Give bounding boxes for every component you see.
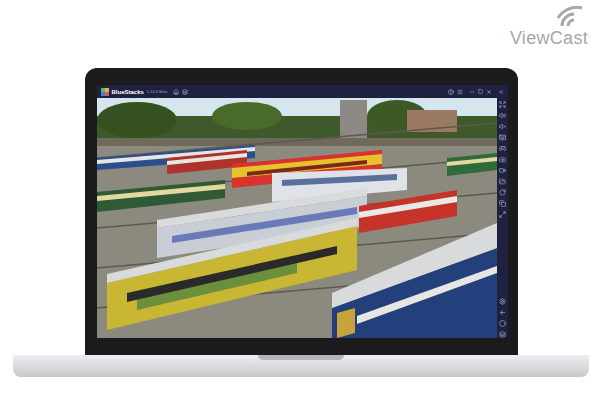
expand-icon[interactable]	[499, 101, 506, 108]
header: ViewCast	[0, 0, 602, 68]
title-bar: BlueStacks5.10.0 Beta	[97, 85, 508, 98]
laptop-screen: BlueStacks5.10.0 Beta	[85, 68, 518, 355]
volume-icon[interactable]	[499, 112, 506, 119]
window-title: BlueStacks	[112, 89, 144, 95]
settings-icon[interactable]	[499, 298, 506, 305]
home-icon[interactable]	[173, 89, 179, 95]
viewcast-logo: ViewCast	[510, 6, 590, 48]
menu-icon[interactable]	[457, 89, 463, 95]
side-toolbar	[497, 98, 508, 338]
logo-text: ViewCast	[510, 28, 590, 48]
laptop-base	[13, 355, 589, 377]
rotate-icon[interactable]	[499, 189, 506, 196]
green-car	[97, 180, 225, 212]
graffiti-car	[107, 218, 357, 330]
page: ViewCast BlueStacks5.10.0 Beta	[0, 0, 602, 414]
green-far-car	[447, 153, 497, 176]
back-icon[interactable]	[499, 309, 506, 316]
copy-icon[interactable]	[499, 200, 506, 207]
blue-front-car	[332, 223, 497, 338]
layers-icon[interactable]	[499, 331, 506, 338]
laptop-notch	[258, 355, 344, 360]
red-white-car	[359, 190, 457, 233]
video-icon[interactable]	[499, 167, 506, 174]
keyboard-icon[interactable]	[499, 134, 506, 141]
minimize-icon[interactable]	[469, 89, 475, 95]
game-view[interactable]	[97, 98, 497, 338]
mute-icon[interactable]	[499, 123, 506, 130]
maximize-icon[interactable]	[478, 89, 483, 94]
signal-icon	[556, 6, 590, 28]
bluestacks-logo-icon	[101, 88, 109, 96]
instances-icon[interactable]	[182, 89, 188, 95]
game-scene[interactable]	[97, 98, 497, 338]
window-version: 5.10.0 Beta	[147, 89, 167, 94]
collapse-icon[interactable]	[498, 89, 504, 95]
window-body	[97, 98, 508, 338]
close-icon[interactable]	[486, 89, 492, 95]
folder-icon[interactable]	[499, 178, 506, 185]
bluestacks-window: BlueStacks5.10.0 Beta	[97, 85, 508, 338]
help-icon[interactable]	[448, 89, 454, 95]
home-icon[interactable]	[499, 320, 506, 327]
maximize-icon[interactable]	[499, 211, 506, 218]
camera-icon[interactable]	[499, 156, 506, 163]
gamepad-icon[interactable]	[499, 145, 506, 152]
